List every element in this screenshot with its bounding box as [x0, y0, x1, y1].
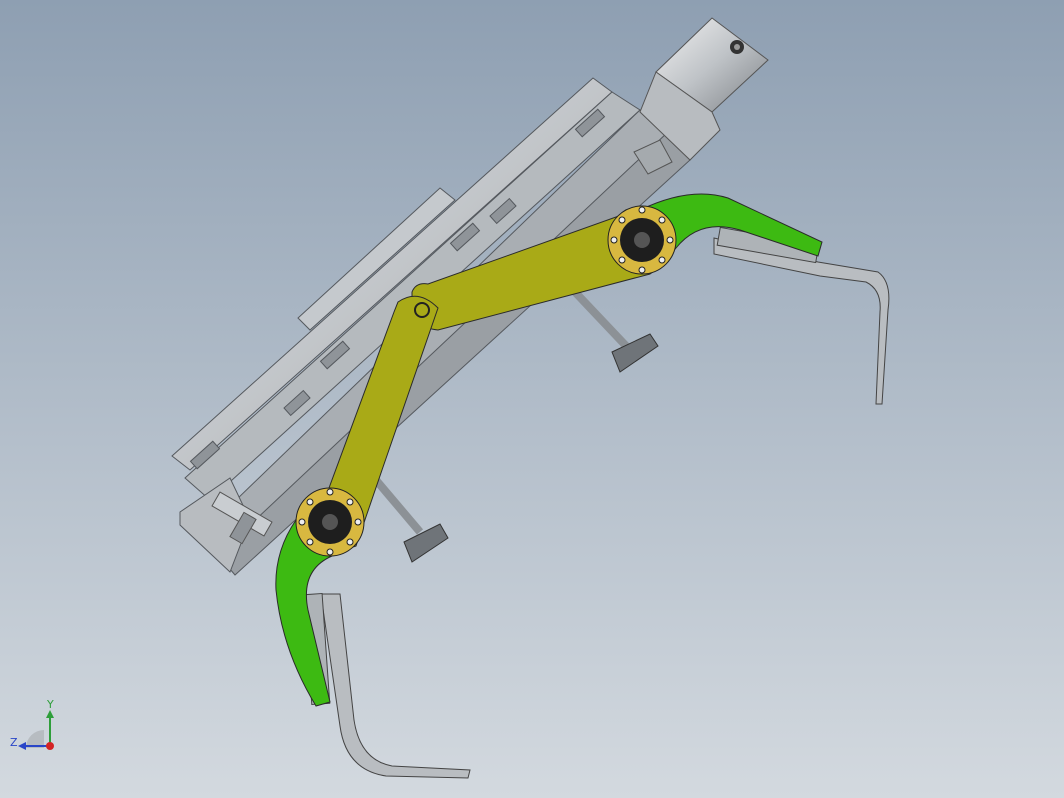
hub-lower[interactable]: [295, 487, 365, 557]
actuator-port-inner: [734, 44, 740, 50]
cad-viewport[interactable]: Y Z: [0, 0, 1064, 798]
y-axis-label: Y: [46, 698, 54, 711]
z-axis-label: Z: [10, 736, 18, 749]
hub-upper[interactable]: [607, 205, 677, 275]
elbow-pin: [414, 302, 430, 318]
x-axis-dot: [46, 742, 54, 750]
background: [0, 0, 1064, 798]
